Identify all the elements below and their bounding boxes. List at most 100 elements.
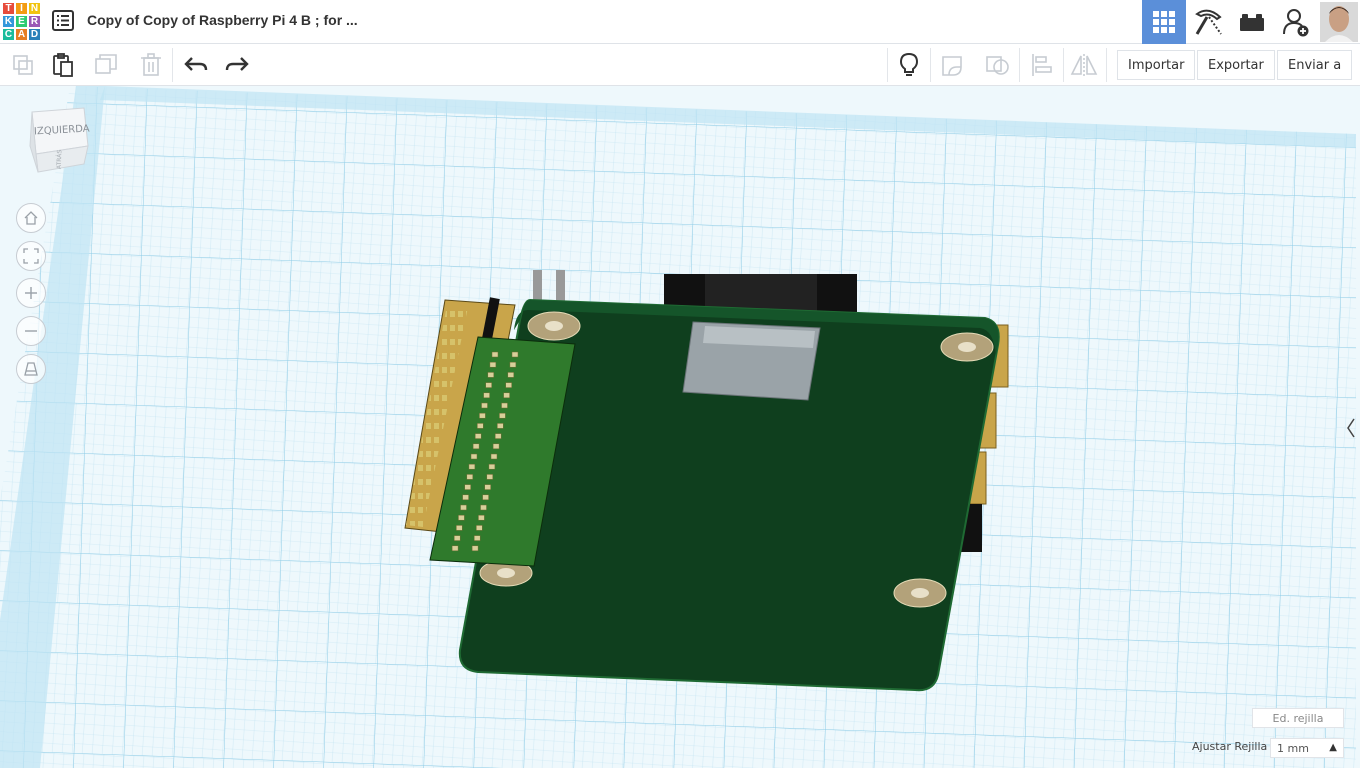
gpio-pin [497, 423, 504, 429]
header-right-actions [1142, 0, 1360, 44]
view-cube[interactable]: IZQUIERDA ATRÁS [28, 106, 90, 176]
design-title[interactable]: Copy of Copy of Raspberry Pi 4 B ; for .… [87, 12, 358, 28]
gpio-pin [485, 382, 492, 388]
ungroup-button[interactable] [981, 49, 1015, 81]
perspective-icon [24, 362, 38, 376]
gpio-pin [481, 402, 488, 409]
notes-lightbulb-button[interactable] [892, 49, 926, 81]
gpio-pin [491, 351, 499, 358]
gpio-pin [503, 392, 510, 399]
view-cube-side-label: ATRÁS [55, 149, 64, 170]
fit-view-icon [23, 248, 39, 264]
3d-view-grid-button[interactable] [1142, 0, 1186, 44]
logo-letter: N [28, 2, 41, 15]
redo-icon [225, 57, 249, 71]
lightbulb-icon [899, 52, 919, 76]
logo-letter: C [2, 28, 15, 41]
gpio-pin [470, 453, 478, 460]
align-button[interactable] [1025, 49, 1059, 81]
edit-toolbar: Importar Exportar Enviar a [0, 44, 1360, 86]
gpio-pin [453, 535, 461, 541]
gpio-pin [480, 504, 487, 511]
toolbar-separator [930, 48, 931, 82]
send-to-button[interactable]: Enviar a [1277, 50, 1353, 80]
shapes-panel-toggle[interactable] [1346, 416, 1356, 440]
gpio-pin [476, 525, 483, 531]
gpio-pin [472, 443, 480, 450]
trash-icon [141, 53, 161, 76]
gpio-pin [487, 372, 495, 378]
mirror-button[interactable] [1067, 49, 1101, 81]
gpio-pin [451, 545, 459, 552]
paste-button[interactable] [46, 49, 80, 81]
zoom-in-button[interactable] [16, 278, 46, 308]
duplicate-button[interactable] [90, 49, 124, 81]
gpio-pin [462, 494, 469, 501]
logo-letter: K [2, 15, 15, 28]
group-icon [942, 56, 962, 76]
gpio-pin [456, 525, 463, 531]
home-view-button[interactable] [16, 203, 46, 233]
toolbar-separator [172, 48, 173, 82]
gpio-pin [509, 361, 517, 368]
snap-grid-select[interactable]: 1 mm ▲ [1270, 738, 1344, 758]
toolbar-separator [1063, 48, 1064, 82]
zoom-out-button[interactable] [16, 316, 46, 346]
logo-letter: R [28, 15, 41, 28]
gpio-pin [468, 463, 476, 470]
tinkercad-logo[interactable]: TINKERCAD [2, 2, 41, 41]
gpio-pin [478, 514, 485, 521]
plus-icon [25, 287, 37, 299]
ungroup-icon [986, 56, 1009, 75]
undo-button[interactable] [179, 49, 213, 81]
home-icon [24, 211, 38, 225]
gpio-pin [507, 372, 515, 378]
add-user-icon [1283, 9, 1309, 37]
gpio-pin [466, 474, 474, 480]
gpio-pin [483, 392, 490, 399]
duplicate-icon [95, 54, 117, 74]
edit-grid-button[interactable]: Ed. rejilla [1252, 708, 1344, 728]
gpio-pin [486, 474, 494, 480]
invite-user-button[interactable] [1274, 0, 1318, 44]
gpio-pin [479, 412, 486, 419]
minecraft-pickaxe-button[interactable] [1186, 0, 1230, 44]
toolbar-separator [1106, 48, 1107, 82]
3d-workplane-viewport[interactable]: IZQUIERDA ATRÁS [0, 86, 1360, 768]
logo-letter: A [15, 28, 28, 41]
minus-icon [25, 330, 37, 332]
export-button[interactable]: Exportar [1197, 50, 1275, 80]
gpio-pin [471, 545, 479, 552]
gpio-pin [464, 484, 471, 490]
group-button[interactable] [937, 49, 971, 81]
delete-button[interactable] [134, 49, 168, 81]
chevron-left-icon [1347, 418, 1355, 438]
copy-button[interactable] [6, 49, 40, 81]
workplane-scene[interactable] [0, 86, 1360, 768]
perspective-toggle-button[interactable] [16, 354, 46, 384]
import-button[interactable]: Importar [1117, 50, 1196, 80]
fit-view-button[interactable] [16, 241, 46, 271]
gpio-pin [494, 433, 502, 439]
design-list-icon[interactable] [52, 10, 76, 32]
toolbar-separator [1019, 48, 1020, 82]
snap-grid-label: Ajustar Rejilla [1192, 740, 1268, 753]
gpio-pin [474, 433, 482, 439]
logo-letter: E [15, 15, 28, 28]
gpio-pin [499, 412, 506, 419]
gpio-pin [488, 463, 496, 470]
logo-letter: I [15, 2, 28, 15]
paste-icon [53, 53, 73, 77]
user-avatar[interactable] [1318, 0, 1360, 44]
gpio-pin [482, 494, 489, 501]
logo-letter: T [2, 2, 15, 15]
bricks-button[interactable] [1230, 0, 1274, 44]
gpio-pin [473, 535, 481, 541]
gpio-pin [489, 361, 497, 368]
top-header: TINKERCAD Copy of Copy of Raspberry Pi 4… [0, 0, 1360, 44]
gpio-pin [492, 443, 500, 450]
gpio-pin [458, 514, 465, 521]
gpio-pin [505, 382, 512, 388]
redo-button[interactable] [220, 49, 254, 81]
pickaxe-icon [1195, 9, 1222, 35]
